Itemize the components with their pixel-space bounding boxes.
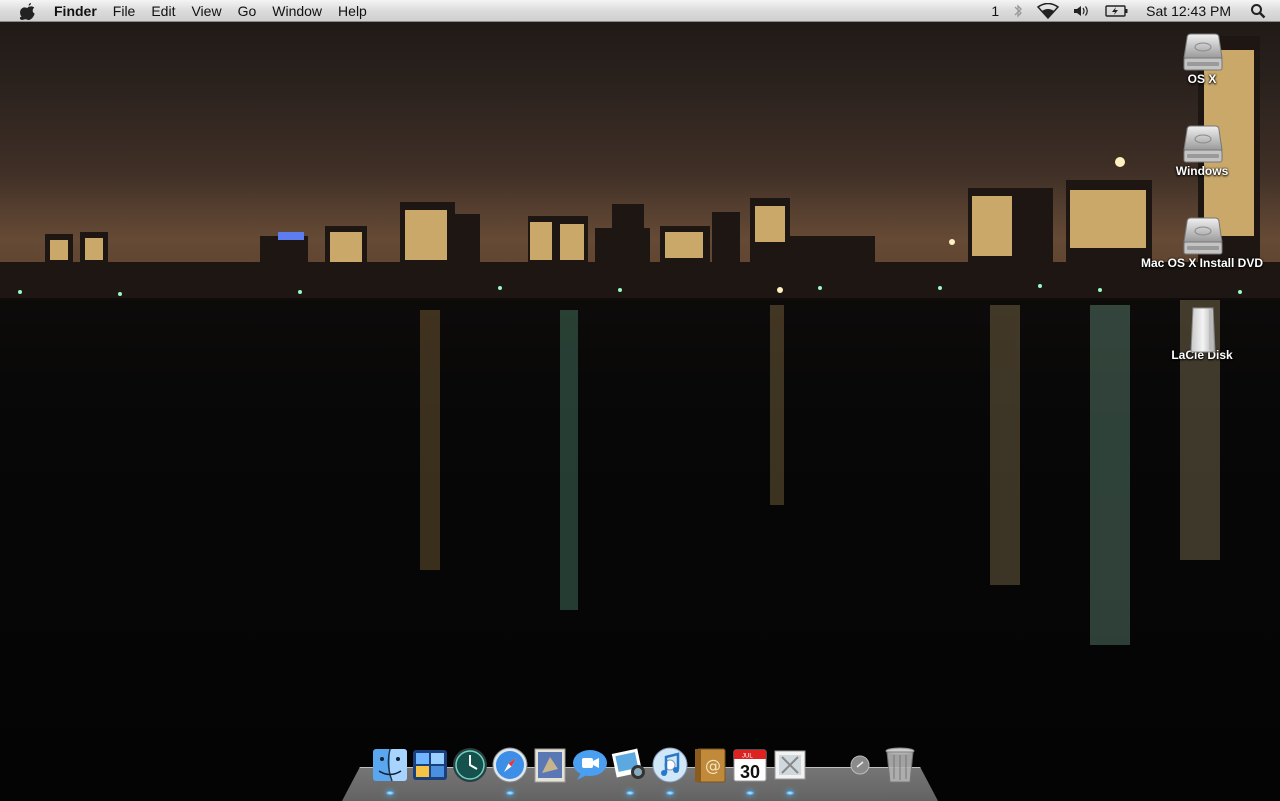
dock-separator bbox=[810, 749, 840, 785]
iphoto-icon[interactable] bbox=[610, 745, 650, 795]
desktop-icon-label: Mac OS X Install DVD bbox=[1140, 256, 1264, 270]
svg-text:@: @ bbox=[705, 756, 721, 775]
spaces-indicator[interactable]: 1 bbox=[984, 0, 1006, 22]
menu-file[interactable]: File bbox=[105, 0, 144, 22]
desktop-icon-os-x[interactable]: OS X bbox=[1137, 30, 1267, 86]
volume-icon[interactable] bbox=[1066, 0, 1098, 22]
status-area: 1 Sat 12:43 PM bbox=[984, 0, 1280, 22]
menu-finder[interactable]: Finder bbox=[46, 0, 105, 22]
ichat-icon[interactable] bbox=[570, 745, 610, 785]
menu-window[interactable]: Window bbox=[264, 0, 330, 22]
hard-drive-icon bbox=[1181, 122, 1223, 163]
dock: @ JUL 30 bbox=[370, 745, 920, 795]
safari-icon[interactable] bbox=[490, 745, 530, 795]
preview-icon[interactable] bbox=[770, 745, 810, 795]
downloads-stack-icon[interactable] bbox=[840, 745, 880, 785]
ical-month: JUL bbox=[742, 754, 753, 760]
menu-go[interactable]: Go bbox=[230, 0, 265, 22]
running-indicator bbox=[626, 791, 634, 795]
time-machine-icon[interactable] bbox=[450, 745, 490, 785]
running-indicator bbox=[786, 791, 794, 795]
external-drive-icon bbox=[1181, 306, 1223, 353]
city-skyline-image bbox=[0, 36, 1280, 645]
menu-help[interactable]: Help bbox=[330, 0, 375, 22]
desktop-icon-install-dvd[interactable]: Mac OS X Install DVD bbox=[1137, 214, 1267, 270]
menu-edit[interactable]: Edit bbox=[143, 0, 183, 22]
running-indicator bbox=[666, 791, 674, 795]
spotlight-search-icon[interactable] bbox=[1243, 0, 1280, 22]
desktop-icon-label: Windows bbox=[1175, 164, 1229, 178]
menu-view[interactable]: View bbox=[183, 0, 229, 22]
desktop-wallpaper bbox=[0, 0, 1280, 800]
battery-icon[interactable] bbox=[1098, 0, 1136, 22]
dashboard-icon[interactable] bbox=[410, 745, 450, 785]
ical-date: 30 bbox=[740, 762, 760, 782]
finder-icon[interactable] bbox=[370, 745, 410, 795]
trash-icon[interactable] bbox=[880, 745, 920, 785]
running-indicator bbox=[746, 791, 754, 795]
desktop-icon-label: OS X bbox=[1187, 72, 1217, 86]
apple-menu-icon[interactable] bbox=[18, 1, 38, 21]
desktop-icon-windows[interactable]: Windows bbox=[1137, 122, 1267, 178]
hard-drive-icon bbox=[1181, 30, 1223, 71]
desktop-icon-lacie-disk[interactable]: LaCie Disk bbox=[1137, 306, 1267, 362]
itunes-icon[interactable] bbox=[650, 745, 690, 795]
ical-icon[interactable]: JUL 30 bbox=[730, 745, 770, 795]
bluetooth-icon[interactable] bbox=[1006, 0, 1030, 22]
wifi-icon[interactable] bbox=[1030, 0, 1066, 22]
hard-drive-icon bbox=[1181, 214, 1223, 255]
address-book-icon[interactable]: @ bbox=[690, 745, 730, 785]
running-indicator bbox=[386, 791, 394, 795]
menu-clock[interactable]: Sat 12:43 PM bbox=[1136, 0, 1243, 22]
menu-bar: Finder File Edit View Go Window Help 1 S… bbox=[0, 0, 1280, 22]
running-indicator bbox=[506, 791, 514, 795]
mail-icon[interactable] bbox=[530, 745, 570, 785]
